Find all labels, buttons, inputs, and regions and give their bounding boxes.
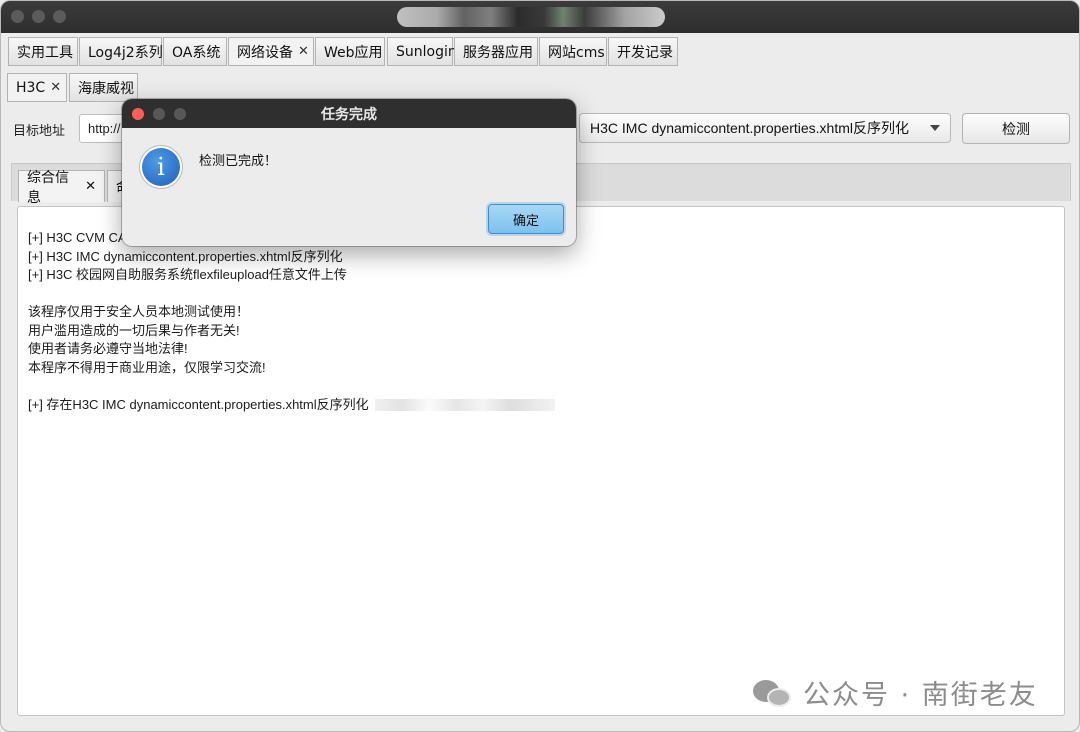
- close-icon[interactable]: ✕: [85, 179, 96, 194]
- watermark-text: 公众号 · 南街老友: [803, 680, 1038, 711]
- tab-summary-info[interactable]: 综合信息 ✕: [18, 170, 105, 206]
- close-icon[interactable]: ✕: [298, 44, 309, 59]
- tab-h3c[interactable]: H3C ✕: [7, 73, 67, 102]
- tab-network-devices[interactable]: 网络设备 ✕: [228, 37, 314, 66]
- tab-oa-system[interactable]: OA系统: [163, 37, 227, 66]
- window-minimize-button[interactable]: [32, 10, 45, 23]
- output-textarea[interactable]: [+] H3C CVM CAS [+] H3C IMC dynamicconte…: [17, 206, 1065, 716]
- tab-label: 网络设备: [237, 44, 293, 61]
- check-button[interactable]: 检测: [962, 113, 1070, 144]
- dialog-message: 检测已完成！: [199, 154, 278, 169]
- tab-label: 海康威视: [78, 80, 134, 97]
- info-icon-glyph: i: [142, 148, 180, 186]
- app-window: 实用工具 Log4j2系列 OA系统 网络设备 ✕ Web应用 Sunlogin …: [0, 0, 1080, 732]
- tab-label: OA系统: [172, 44, 221, 61]
- redacted-target: [374, 399, 555, 412]
- tab-label: 网站cms: [548, 44, 605, 61]
- tab-label: Sunlogin: [396, 43, 457, 60]
- output-line: [+] H3C IMC dynamiccontent.properties.xh…: [28, 248, 343, 264]
- tab-website-cms[interactable]: 网站cms: [539, 37, 607, 66]
- tab-label: H3C: [16, 79, 46, 96]
- target-address-label: 目标地址: [13, 124, 66, 139]
- output-line: 该程序仅用于安全人员本地测试使用！: [28, 304, 250, 319]
- output-line-result: [+] 存在H3C IMC dynamiccontent.properties.…: [28, 396, 555, 415]
- tab-web-apps[interactable]: Web应用: [315, 37, 385, 66]
- output-line: 用户滥用造成的一切后果与作者无关!: [28, 322, 240, 338]
- wechat-icon: [753, 678, 793, 708]
- tab-label: Web应用: [324, 44, 383, 61]
- ok-button[interactable]: 确定: [488, 204, 564, 234]
- target-url-input[interactable]: http://: [79, 114, 125, 143]
- tab-log4j2[interactable]: Log4j2系列: [79, 37, 163, 66]
- dialog-zoom-button: [174, 108, 186, 120]
- tab-dev-log[interactable]: 开发记录: [608, 37, 678, 66]
- result-text: [+] 存在H3C IMC dynamiccontent.properties.…: [28, 396, 369, 412]
- exploit-select[interactable]: H3C IMC dynamiccontent.properties.xhtml反…: [579, 113, 951, 143]
- close-icon[interactable]: ✕: [50, 80, 61, 95]
- tab-utilities[interactable]: 实用工具: [8, 37, 78, 66]
- output-line: 本程序不得用于商业用途，仅限学习交流!: [28, 359, 266, 375]
- window-close-button[interactable]: [11, 10, 24, 23]
- tab-label: 实用工具: [17, 44, 73, 61]
- exploit-selected-value: H3C IMC dynamiccontent.properties.xhtml反…: [590, 120, 909, 136]
- dialog-title: 任务完成: [321, 106, 377, 123]
- category-tab-bar: 实用工具 Log4j2系列 OA系统 网络设备 ✕ Web应用 Sunlogin …: [1, 37, 1079, 69]
- title-bar: [1, 1, 1079, 33]
- output-line: 使用者请务必遵守当地法律!: [28, 341, 188, 356]
- tab-label: 服务器应用: [463, 44, 533, 61]
- dialog-close-button[interactable]: [132, 108, 144, 120]
- tab-label: 综合信息: [27, 169, 69, 206]
- info-icon: i: [139, 145, 183, 189]
- window-zoom-button[interactable]: [53, 10, 66, 23]
- tab-label: Log4j2系列: [88, 44, 163, 61]
- tab-label: 开发记录: [617, 44, 673, 61]
- output-lines: [+] H3C CVM CAS [+] H3C IMC dynamicconte…: [28, 229, 555, 414]
- dialog-title-bar: 任务完成: [122, 99, 576, 128]
- tab-hikvision[interactable]: 海康威视: [69, 73, 138, 102]
- dialog-minimize-button: [153, 108, 165, 120]
- task-complete-dialog: 任务完成 i 检测已完成！ 确定: [122, 99, 576, 246]
- tab-server-apps[interactable]: 服务器应用: [454, 37, 538, 66]
- watermark: 公众号 · 南街老友: [753, 673, 1038, 712]
- chevron-down-icon: [930, 125, 940, 131]
- output-line: [+] H3C 校园网自助服务系统flexfileupload任意文件上传: [28, 267, 347, 282]
- window-title-redacted: [397, 7, 665, 27]
- tab-sunlogin[interactable]: Sunlogin: [387, 37, 457, 66]
